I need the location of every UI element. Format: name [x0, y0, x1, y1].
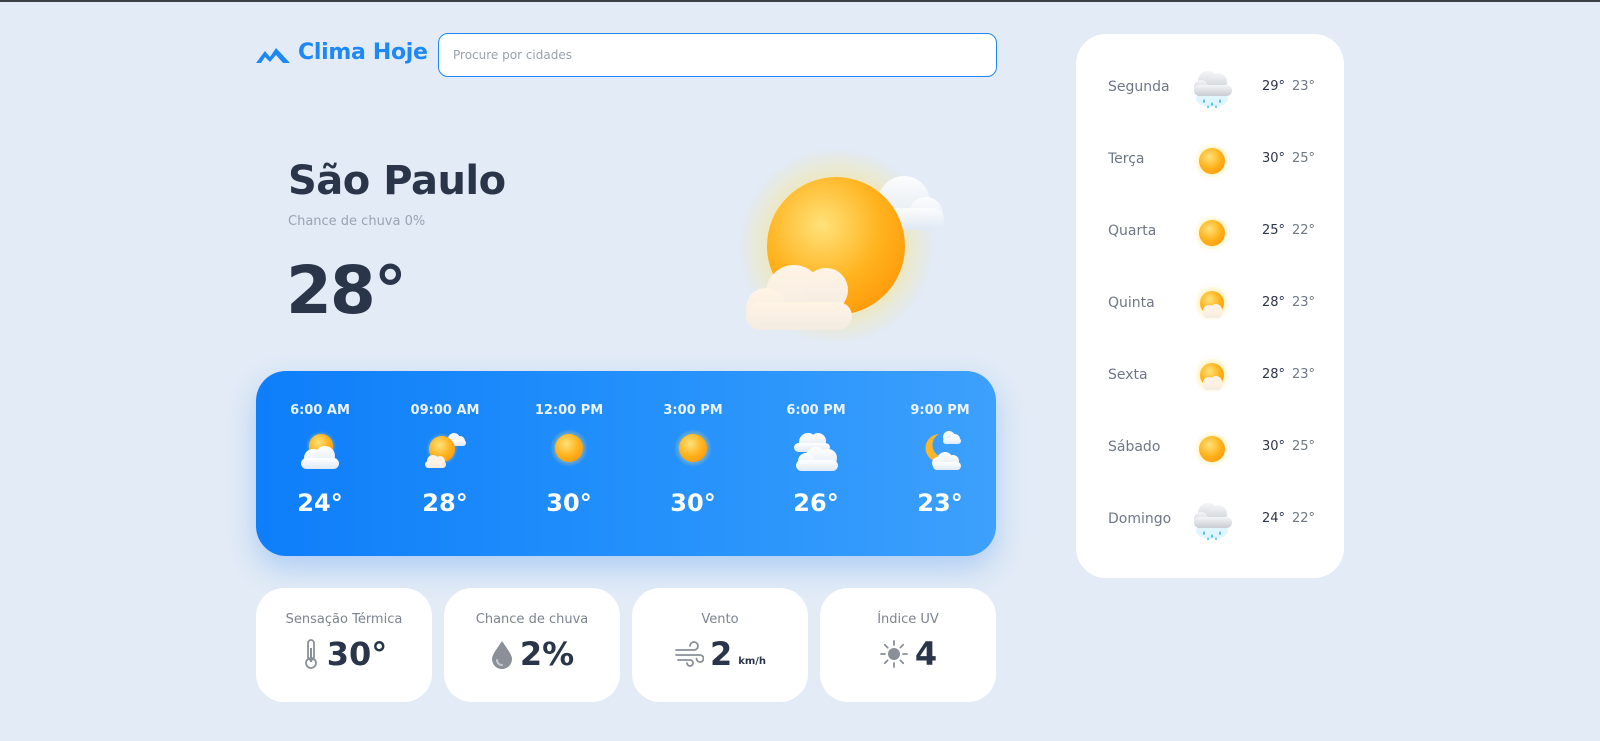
weekday-max-temp: 28°: [1262, 295, 1286, 310]
city-search-input[interactable]: [438, 33, 997, 77]
hourly-forecast: 6:00 AM 24° 09:00 AM 28° 12:00 PM 30° 3:…: [256, 371, 996, 556]
weekday-min-temp: 25°: [1292, 151, 1316, 166]
hour-time: 09:00 AM: [410, 403, 480, 418]
sun-icon: [1194, 143, 1230, 179]
raindrop-icon: [491, 641, 512, 669]
hour-time: 6:00 PM: [786, 403, 846, 418]
uv-index-card: Índice UV 4: [820, 588, 996, 702]
sun-cloud-icon: [738, 150, 944, 344]
wind-card: Vento 2 km/h: [632, 588, 808, 702]
weekday-max-temp: 25°: [1262, 223, 1286, 238]
stat-label: Índice UV: [877, 612, 939, 627]
weekday-max-temp: 24°: [1262, 511, 1286, 526]
hour-temperature: 26°: [793, 489, 839, 517]
stat-value: 30°: [326, 635, 388, 673]
stat-label: Sensação Térmica: [285, 612, 403, 627]
stat-value: 2: [709, 635, 733, 673]
weekday-max-temp: 30°: [1262, 151, 1286, 166]
current-temperature: 28°: [286, 252, 407, 329]
weekday-max-temp: 30°: [1262, 439, 1286, 454]
feels-like-card: Sensação Térmica 30°: [256, 588, 432, 702]
app-logo[interactable]: Clima Hoje: [256, 40, 428, 65]
hour-slot[interactable]: 6:00 PM 26°: [774, 371, 858, 556]
stat-value: 4: [914, 635, 938, 673]
rain-chance-card: Chance de chuva 2%: [444, 588, 620, 702]
uv-sun-icon: [879, 640, 908, 668]
hour-time: 9:00 PM: [910, 403, 970, 418]
stat-label: Chance de chuva: [475, 612, 589, 627]
hour-slot[interactable]: 09:00 AM 28°: [403, 371, 487, 556]
weekday-row[interactable]: Sexta 28° 23°: [1076, 349, 1344, 405]
sun-icon: [674, 429, 712, 467]
sun-icon: [1194, 431, 1230, 467]
weekday-name: Quarta: [1108, 223, 1157, 239]
hour-temperature: 28°: [422, 489, 468, 517]
hour-slot[interactable]: 12:00 PM 30°: [527, 371, 611, 556]
weekday-name: Terça: [1108, 151, 1145, 167]
thermometer-icon: [304, 639, 317, 669]
weekday-min-temp: 25°: [1292, 439, 1316, 454]
hour-time: 12:00 PM: [534, 403, 604, 418]
weekday-min-temp: 23°: [1292, 79, 1316, 94]
sun-behind-cloud-icon: [1194, 285, 1230, 321]
stat-value: 2%: [519, 635, 575, 673]
hour-temperature: 24°: [297, 489, 343, 517]
weekday-name: Domingo: [1108, 511, 1172, 527]
sun-icon: [1194, 215, 1230, 251]
weekday-row[interactable]: Domingo 24° 22°: [1076, 493, 1344, 549]
cloud-icon: [794, 433, 838, 471]
app-name: Clima Hoje: [298, 40, 428, 65]
weekly-forecast: Segunda 29° 23° Terça 30° 25° Quarta 25°…: [1076, 34, 1344, 578]
hour-temperature: 30°: [546, 489, 592, 517]
rain-cloud-icon: [1194, 71, 1232, 109]
weekday-row[interactable]: Quarta 25° 22°: [1076, 205, 1344, 261]
hour-slot[interactable]: 3:00 PM 30°: [651, 371, 735, 556]
weekday-row[interactable]: Quinta 28° 23°: [1076, 277, 1344, 333]
weekday-max-temp: 29°: [1262, 79, 1286, 94]
weekday-row[interactable]: Segunda 29° 23°: [1076, 61, 1344, 117]
weekday-name: Sábado: [1108, 439, 1161, 455]
weekday-min-temp: 23°: [1292, 367, 1316, 382]
hour-temperature: 23°: [917, 489, 963, 517]
wind-icon: [675, 641, 704, 667]
hour-slot[interactable]: 9:00 PM 23°: [898, 371, 982, 556]
weekday-name: Quinta: [1108, 295, 1155, 311]
moon-cloud-icon: [925, 431, 961, 470]
weekday-min-temp: 22°: [1292, 223, 1316, 238]
sun-behind-cloud-icon: [301, 431, 339, 469]
weekday-row[interactable]: Terça 30° 25°: [1076, 133, 1344, 189]
mountain-logo-icon: [256, 47, 290, 63]
window-top-border: [0, 0, 1600, 2]
hour-temperature: 30°: [670, 489, 716, 517]
current-rain-chance: Chance de chuva 0%: [288, 214, 426, 229]
weekday-min-temp: 23°: [1292, 295, 1316, 310]
hour-time: 6:00 AM: [290, 403, 350, 418]
hour-time: 3:00 PM: [663, 403, 723, 418]
weekday-min-temp: 22°: [1292, 511, 1316, 526]
rain-cloud-icon: [1194, 503, 1232, 541]
weekday-name: Sexta: [1108, 367, 1148, 383]
stat-unit: km/h: [738, 655, 767, 667]
weekday-row[interactable]: Sábado 30° 25°: [1076, 421, 1344, 477]
weekday-name: Segunda: [1108, 79, 1170, 95]
city-name: São Paulo: [288, 158, 506, 204]
weekday-max-temp: 28°: [1262, 367, 1286, 382]
hour-slot[interactable]: 6:00 AM 24°: [278, 371, 362, 556]
partly-sunny-icon: [425, 433, 466, 468]
sun-icon: [550, 429, 588, 467]
sun-behind-cloud-icon: [1194, 357, 1230, 393]
stat-label: Vento: [701, 612, 739, 627]
